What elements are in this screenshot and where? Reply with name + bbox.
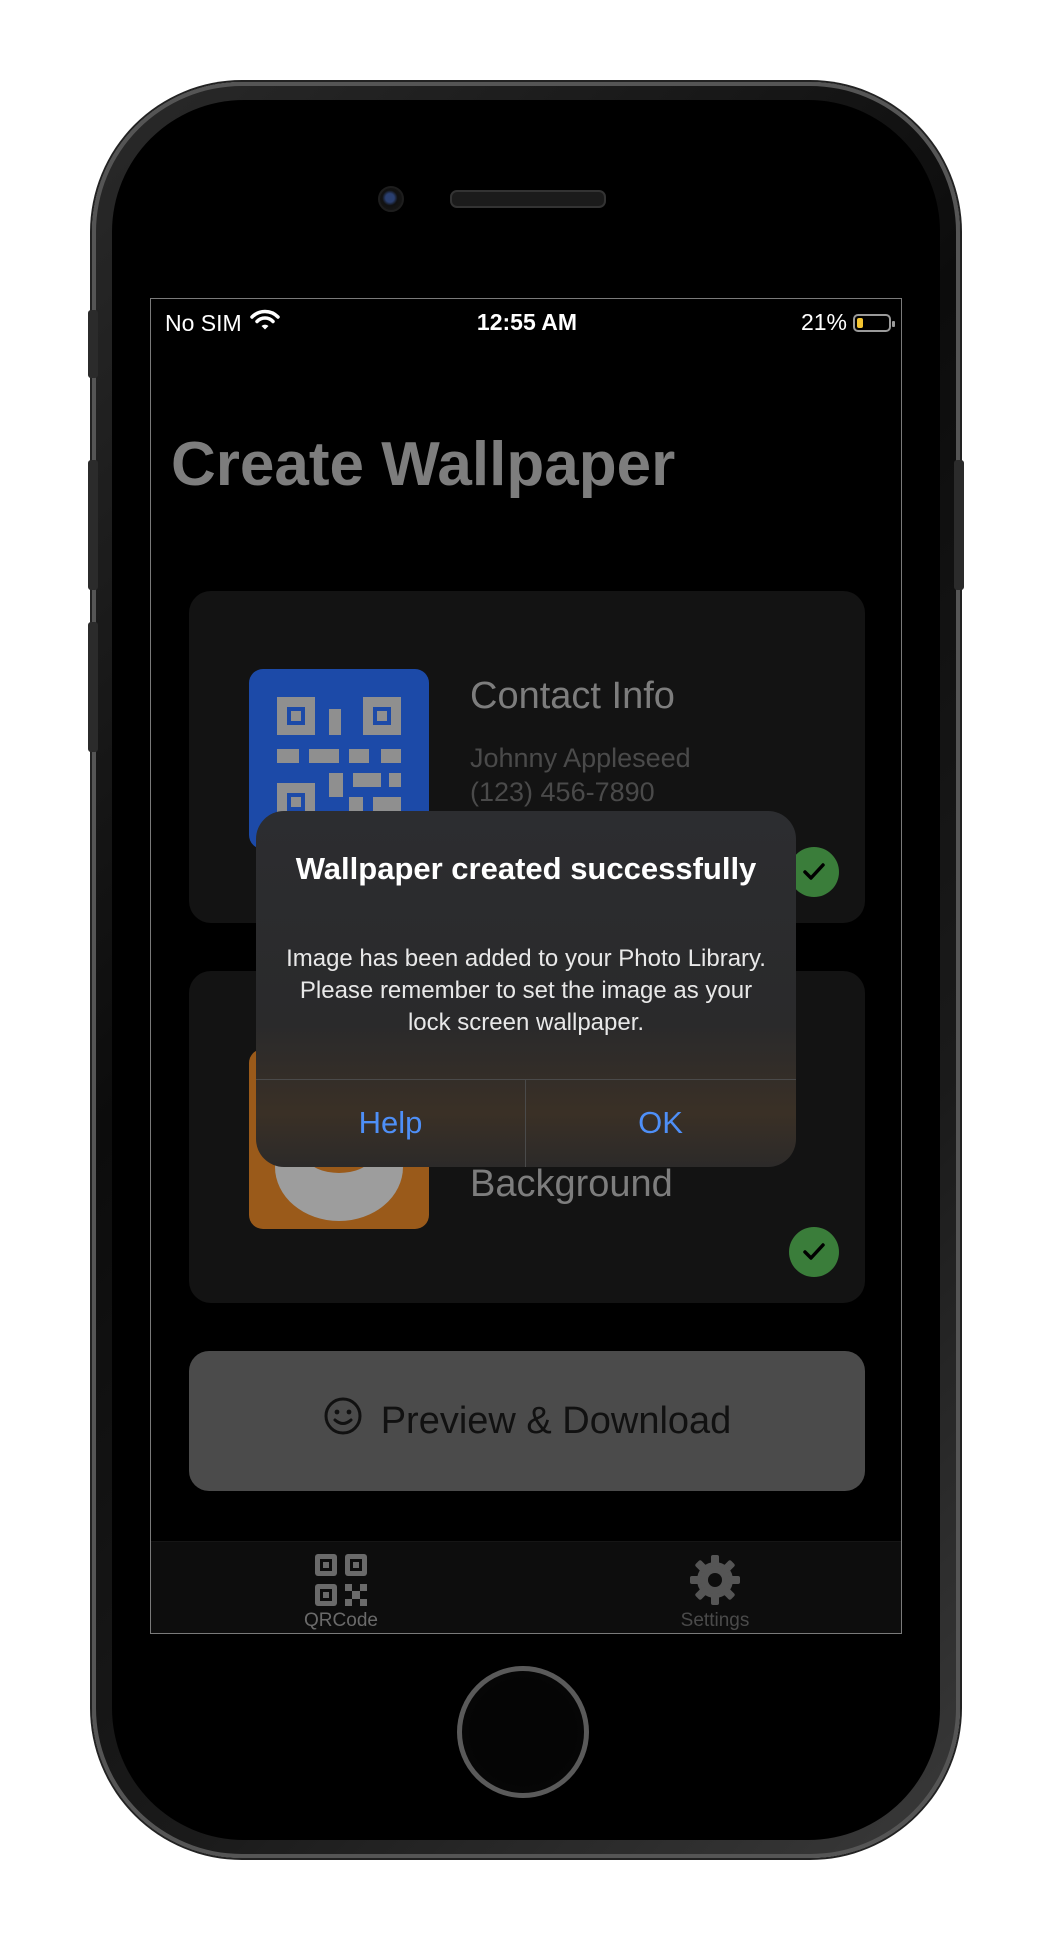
ok-button[interactable]: OK — [526, 1079, 795, 1167]
volume-down-button — [88, 622, 98, 752]
battery-icon — [853, 313, 895, 332]
card-title: Contact Info — [470, 675, 675, 717]
help-button[interactable]: Help — [256, 1079, 525, 1167]
front-camera — [378, 186, 404, 212]
app-screen: No SIM 12:55 AM 21% Create Wallpaper Con… — [150, 298, 902, 1634]
checkmark-icon — [789, 1227, 839, 1277]
tab-qrcode[interactable]: QRCode — [261, 1552, 421, 1632]
battery-level — [857, 317, 863, 328]
contact-name: Johnny Appleseed — [470, 743, 691, 773]
page-title: Create Wallpaper — [171, 430, 676, 499]
tab-label: QRCode — [304, 1610, 378, 1631]
volume-up-button — [88, 460, 98, 590]
smiley-icon — [323, 1396, 363, 1446]
status-time: 12:55 AM — [476, 309, 578, 335]
power-button — [954, 460, 964, 590]
alert-message: Image has been added to your Photo Libra… — [286, 945, 766, 1036]
battery-cap — [892, 320, 895, 327]
card-subtitle: Johnny Appleseed (123) 456-7890 — [470, 741, 691, 809]
earpiece-speaker — [450, 190, 606, 208]
qr-code-icon — [315, 1554, 367, 1606]
battery-percent: 21% — [800, 309, 847, 335]
preview-download-label: Preview & Download — [380, 1399, 732, 1442]
home-button[interactable] — [457, 1666, 589, 1798]
mute-switch — [88, 310, 98, 378]
success-alert: Wallpaper created successfully Image has… — [256, 811, 796, 1167]
preview-download-button[interactable]: Preview & Download — [189, 1351, 865, 1491]
checkmark-icon — [789, 847, 839, 897]
card-title: Background — [470, 1163, 673, 1205]
alert-title: Wallpaper created successfully — [295, 851, 757, 886]
tab-settings[interactable]: Settings — [635, 1552, 795, 1632]
tab-bar: QRCode Settings — [151, 1541, 901, 1633]
tab-label: Settings — [680, 1610, 750, 1631]
status-bar: No SIM 12:55 AM 21% — [151, 299, 901, 345]
contact-phone: (123) 456-7890 — [470, 777, 655, 807]
status-right: 21% — [800, 309, 895, 336]
gear-icon — [690, 1555, 740, 1605]
